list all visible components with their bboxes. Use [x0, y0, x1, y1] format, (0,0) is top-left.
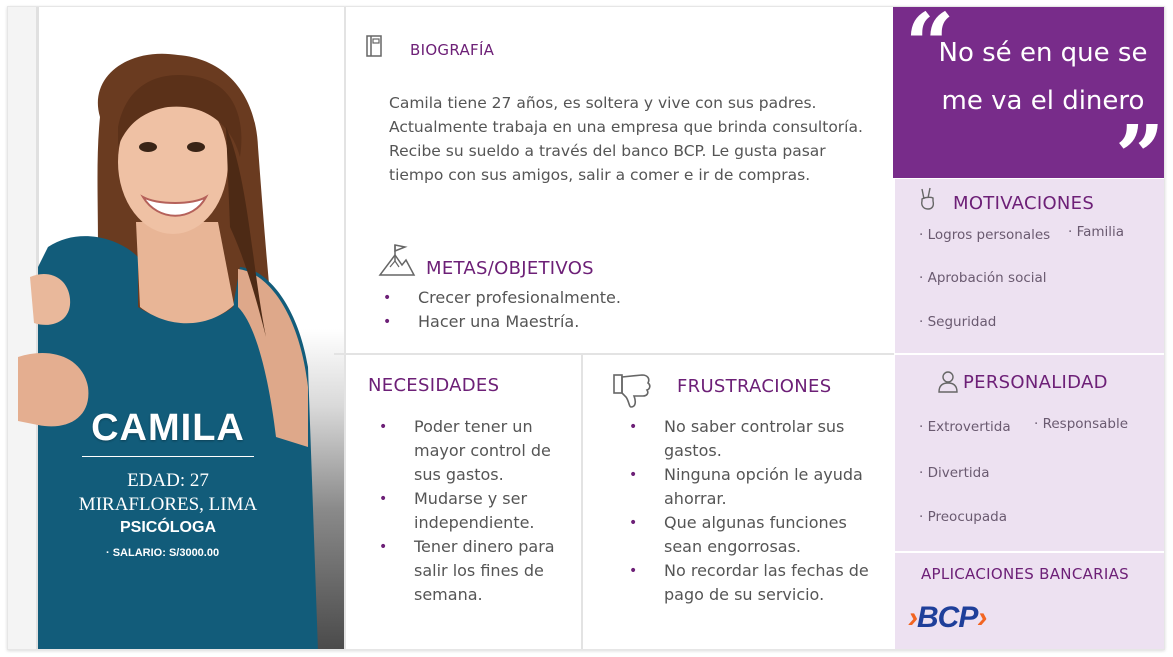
bcp-logo-right-arrow-icon: ›: [977, 601, 987, 634]
peace-hand-icon: [921, 187, 935, 210]
bcp-logo-left-arrow-icon: ›: [908, 601, 918, 634]
persona-divider: [82, 456, 254, 457]
motivation-item: Aprobación social: [919, 270, 1047, 286]
bcp-logo-text: BCP: [917, 601, 978, 634]
list-item: No recordar las fechas de pago de su ser…: [629, 559, 869, 607]
thumbs-down-icon: [613, 374, 651, 408]
quote-box: “ No sé en que se me va el dinero ”: [893, 7, 1164, 201]
divider-middle: [334, 353, 894, 355]
mountain-flag-icon: [378, 244, 416, 276]
list-item: Tener dinero para salir los fines de sem…: [379, 535, 579, 607]
biography-text: Camila tiene 27 años, es soltera y vive …: [389, 94, 863, 184]
persona-age: EDAD: 27: [127, 470, 209, 491]
motivation-item: Seguridad: [919, 314, 997, 330]
motivations-heading: MOTIVACIONES: [953, 193, 1095, 214]
divider-needs-frustrations: [581, 353, 583, 649]
person-icon: [938, 371, 958, 393]
list-item: Mudarse y ser independiente.: [379, 487, 579, 535]
persona-salary: · SALARIO: S/3000.00: [106, 547, 220, 559]
list-item: Poder tener un mayor control de sus gast…: [379, 415, 579, 487]
bcp-logo: ›BCP›: [908, 601, 987, 635]
motivation-item: Familia: [1068, 224, 1124, 240]
goals-heading: METAS/OBJETIVOS: [426, 258, 594, 279]
notebook-icon: [366, 35, 382, 57]
persona-card: CAMILA EDAD: 27 MIRAFLORES, LIMA PSICÓLO…: [7, 6, 1165, 650]
needs-list: Poder tener un mayor control de sus gast…: [379, 415, 579, 607]
list-item: Que algunas funciones sean engorrosas.: [629, 511, 869, 559]
persona-name: CAMILA: [91, 407, 245, 449]
persona-photo: CAMILA EDAD: 27 MIRAFLORES, LIMA PSICÓLO…: [8, 7, 345, 649]
frustrations-heading: FRUSTRACIONES: [677, 376, 832, 397]
personality-item: Extrovertida: [919, 419, 1011, 435]
frustrations-list: No saber controlar sus gastos. Ninguna o…: [629, 415, 869, 607]
persona-job: PSICÓLOGA: [119, 519, 216, 536]
persona-location: MIRAFLORES, LIMA: [78, 494, 258, 515]
persona-info: CAMILA EDAD: 27 MIRAFLORES, LIMA PSICÓLO…: [8, 407, 328, 559]
banking-apps-heading: APLICACIONES BANCARIAS: [921, 565, 1129, 583]
goals-list: Crecer profesionalmente. Hacer una Maest…: [383, 286, 621, 334]
personality-item: Responsable: [1034, 416, 1128, 432]
list-item: Hacer una Maestría.: [383, 310, 621, 334]
list-item: Crecer profesionalmente.: [383, 286, 621, 310]
personality-heading: PERSONALIDAD: [963, 372, 1108, 393]
divider-photo: [344, 7, 346, 649]
motivation-item: Logros personales: [919, 227, 1051, 243]
biography-heading: BIOGRAFÍA: [410, 41, 495, 59]
personality-item: Preocupada: [919, 509, 1007, 525]
personality-item: Divertida: [919, 465, 990, 481]
list-item: No saber controlar sus gastos.: [629, 415, 869, 463]
needs-heading: NECESIDADES: [368, 375, 500, 396]
list-item: Ninguna opción le ayuda ahorrar.: [629, 463, 869, 511]
